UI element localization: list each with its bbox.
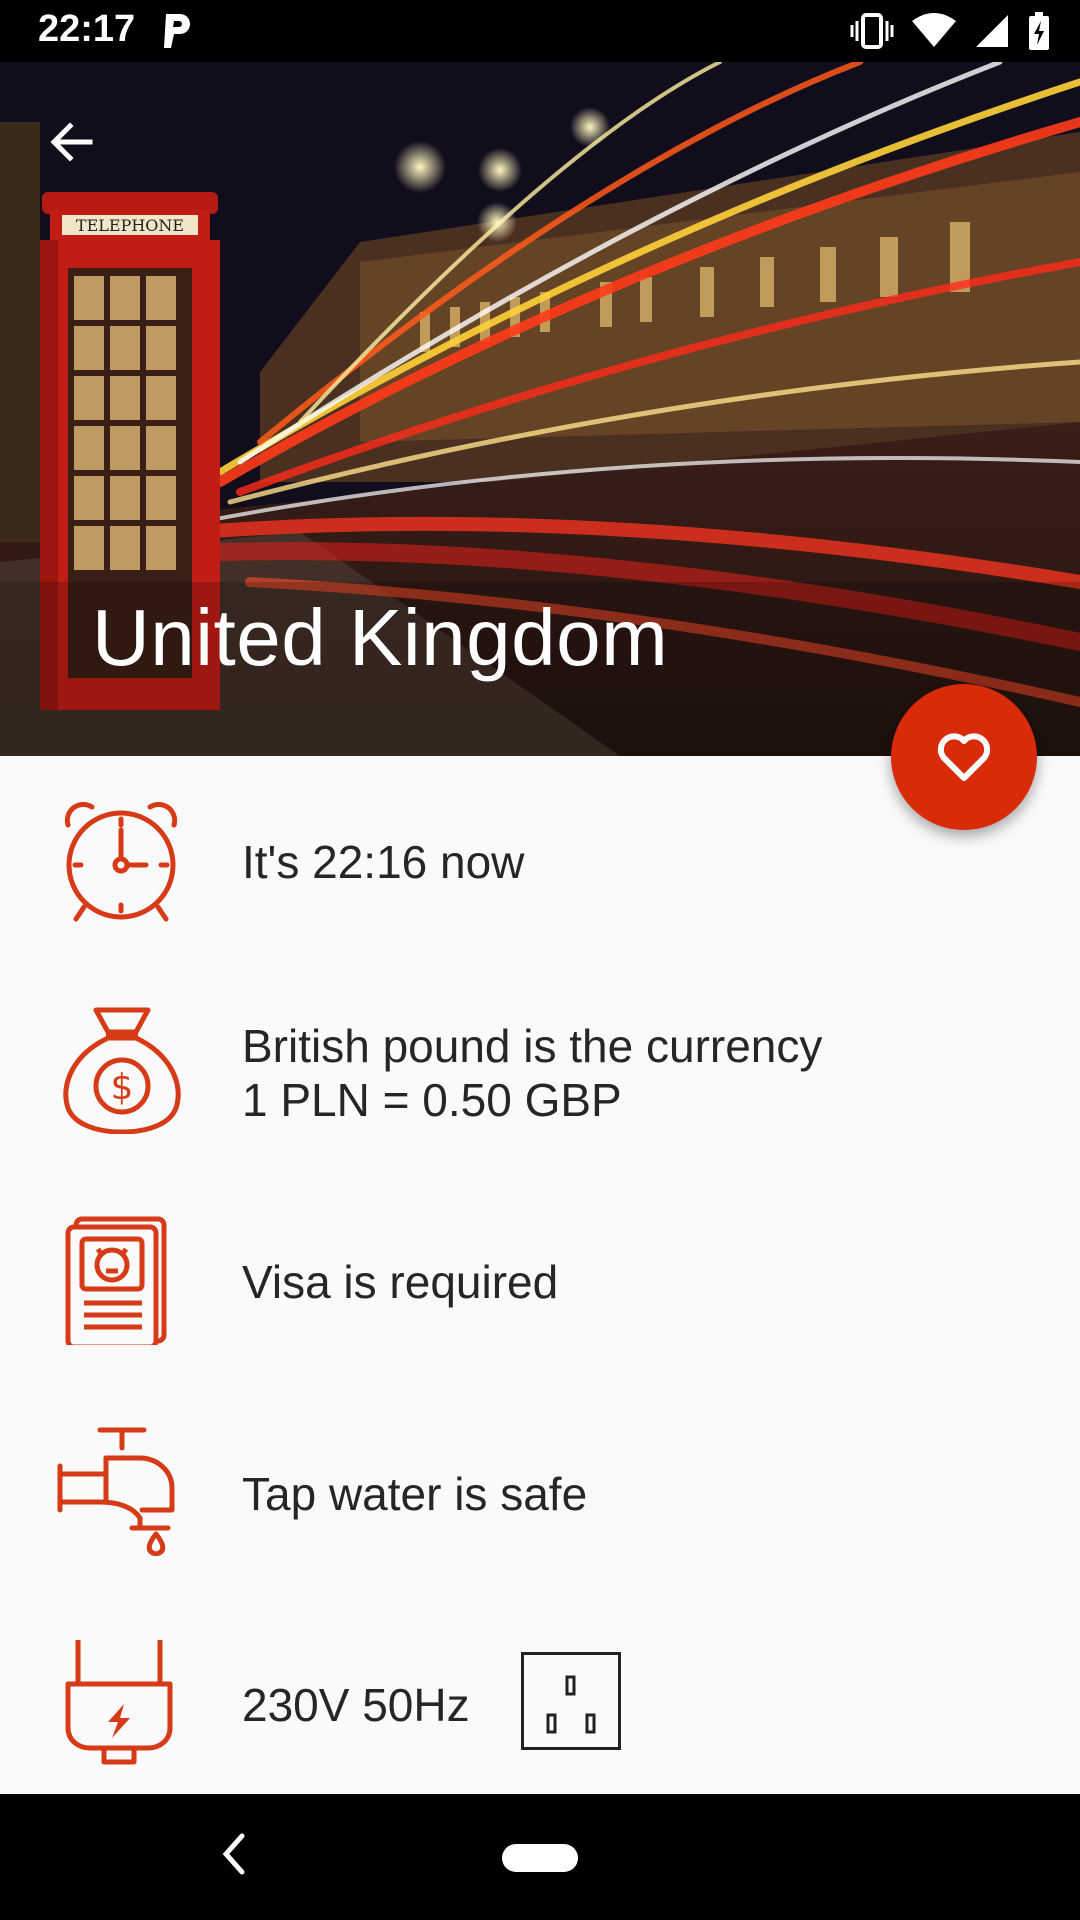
voltage-text: 230V 50Hz [242,1679,470,1731]
tap-water-text: Tap water is safe [242,1468,588,1520]
country-title: United Kingdom [92,593,669,682]
wifi-icon [912,13,956,54]
status-time: 22:17 [38,8,136,50]
visa-text: Visa is required [242,1256,559,1308]
back-button[interactable] [40,110,104,174]
nav-home-pill[interactable] [502,1844,578,1872]
parking-notification-icon [160,10,194,55]
tap-water-icon [57,1427,175,1556]
exchange-rate-text: 1 PLN = 0.50 GBP [242,1074,622,1126]
svg-text:$: $ [111,1067,134,1108]
booth-sign: TELEPHONE [76,216,184,235]
battery-charging-icon [1028,12,1050,55]
status-bar: 22:17 [0,0,1080,62]
cell-signal-icon [974,13,1010,54]
favorite-button[interactable] [891,684,1037,830]
passport-icon [65,1216,167,1345]
currency-name-text: British pound is the currency [242,1020,823,1072]
money-bag-icon: $ [63,1007,181,1134]
vibrate-icon [850,13,894,54]
heart-icon [937,733,991,781]
plug-icon [65,1640,173,1765]
hero-header: TELEPHONE United Kingdom [0,62,1080,756]
uk-socket-icon [521,1652,621,1750]
back-arrow-icon [50,122,93,162]
local-time-text: It's 22:16 now [242,836,525,888]
alarm-clock-icon [64,801,178,922]
nav-back-icon[interactable] [212,1824,252,1884]
